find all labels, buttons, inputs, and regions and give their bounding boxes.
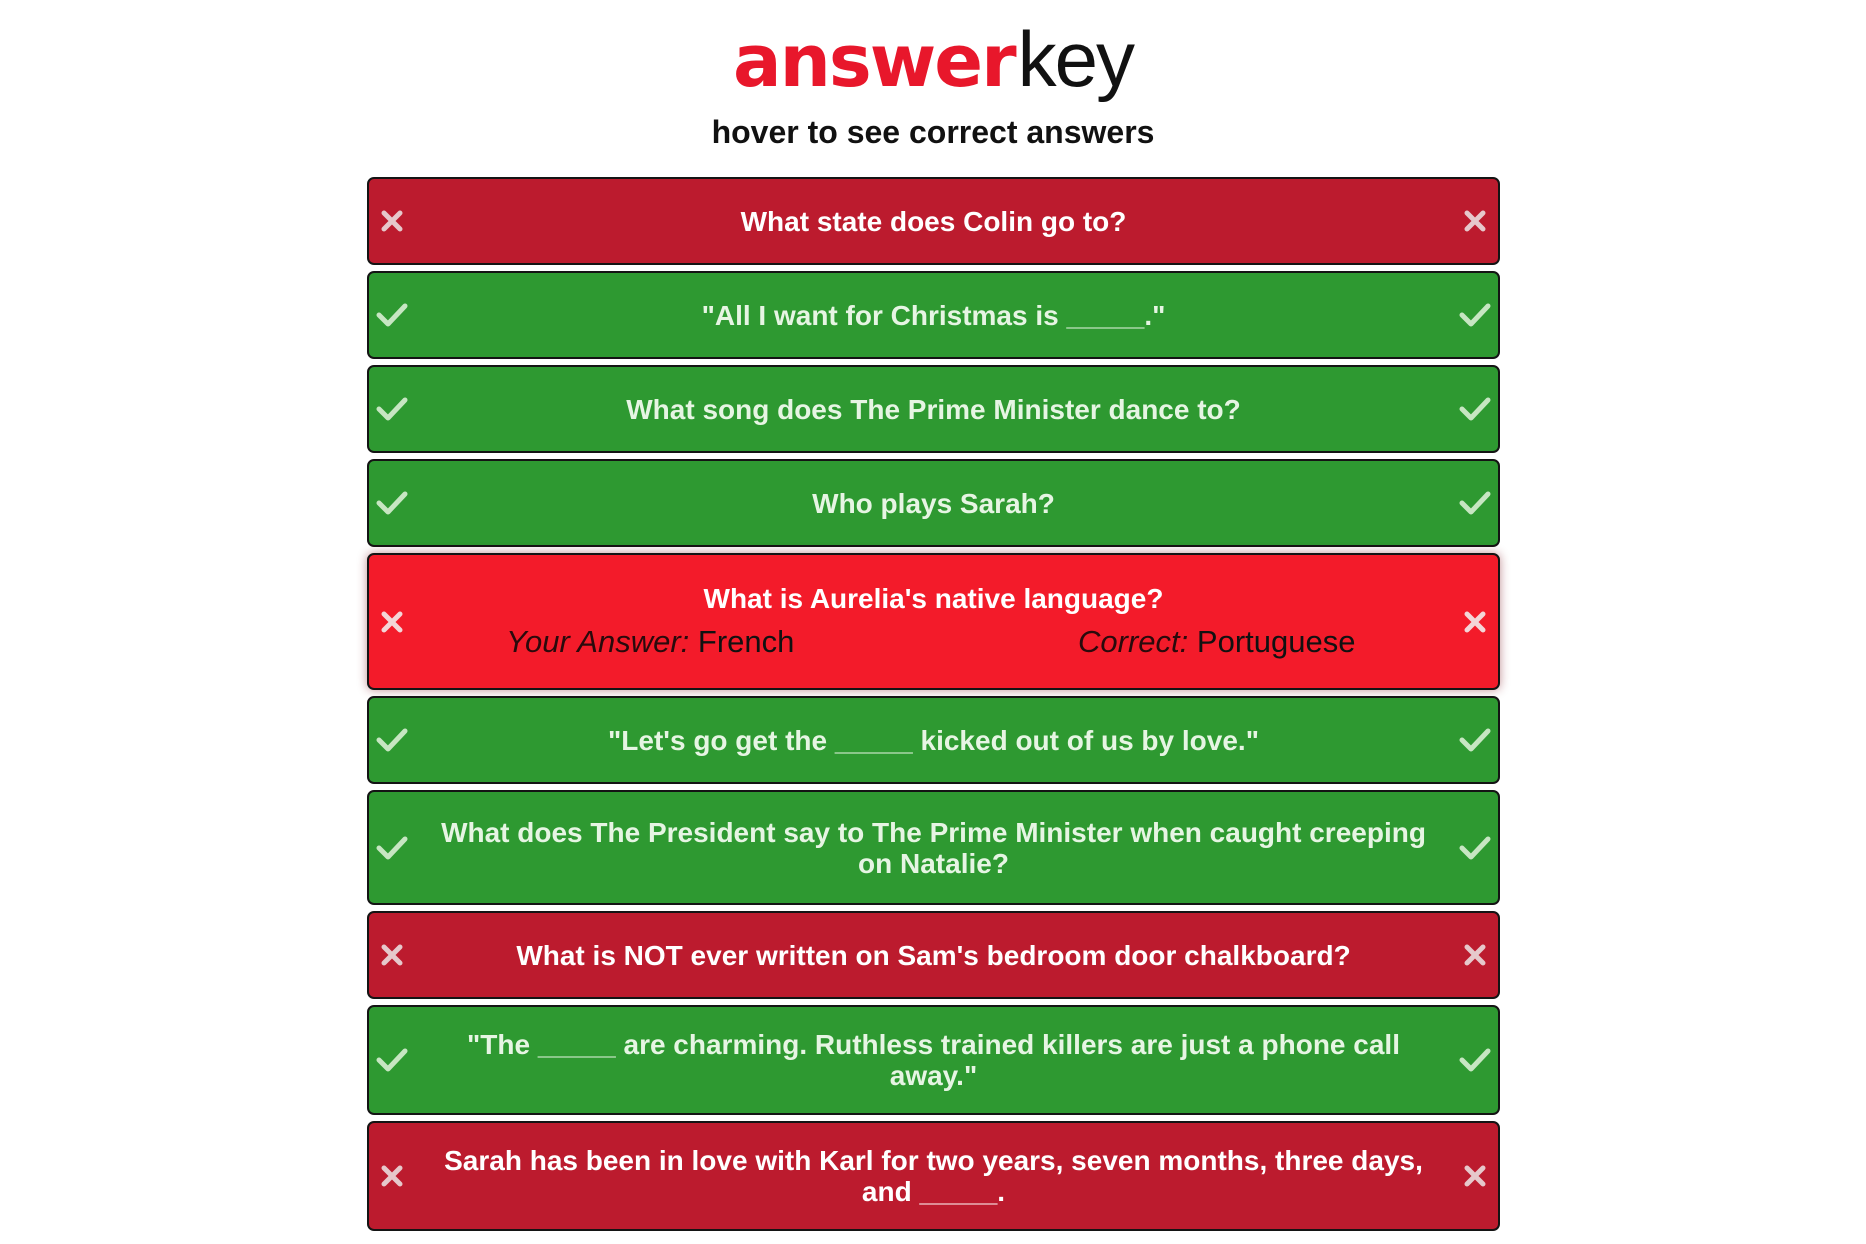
question-text: What is Aurelia's native language? bbox=[703, 583, 1164, 614]
x-icon bbox=[375, 1159, 409, 1193]
question-text: Sarah has been in love with Karl for two… bbox=[444, 1145, 1423, 1207]
x-icon bbox=[375, 605, 409, 639]
question-text: Who plays Sarah? bbox=[812, 487, 1055, 519]
header: answerkey hover to see correct answers bbox=[0, 20, 1866, 151]
x-icon bbox=[1458, 938, 1492, 972]
question-row-wrong[interactable]: What is NOT ever written on Sam's bedroo… bbox=[367, 911, 1500, 999]
correct-answer-label: Correct: bbox=[1078, 624, 1189, 659]
check-icon bbox=[1458, 831, 1492, 865]
logo-key-text: key bbox=[1017, 15, 1135, 103]
your-answer-label: Your Answer: bbox=[506, 624, 690, 659]
your-answer: Your Answer: French bbox=[367, 624, 934, 660]
check-icon bbox=[1458, 392, 1492, 426]
check-icon bbox=[375, 298, 409, 332]
question-row-wrong[interactable]: Sarah has been in love with Karl for two… bbox=[367, 1121, 1500, 1231]
correct-answer-value: Portuguese bbox=[1196, 624, 1356, 659]
x-icon bbox=[375, 938, 409, 972]
question-text: What is NOT ever written on Sam's bedroo… bbox=[516, 939, 1351, 971]
your-answer-value: French bbox=[697, 624, 795, 659]
check-icon bbox=[375, 486, 409, 520]
question-row-correct[interactable]: "All I want for Christmas is _____." bbox=[367, 271, 1500, 359]
x-icon bbox=[1458, 605, 1492, 639]
question-text: "All I want for Christmas is _____." bbox=[701, 299, 1166, 331]
answer-comparison: Your Answer: French Correct: Portuguese bbox=[367, 624, 1500, 660]
check-icon bbox=[375, 392, 409, 426]
question-row-correct[interactable]: "The _____ are charming. Ruthless traine… bbox=[367, 1005, 1500, 1115]
question-row-correct[interactable]: Who plays Sarah? bbox=[367, 459, 1500, 547]
question-row-wrong[interactable]: What state does Colin go to? bbox=[367, 177, 1500, 265]
page-subtitle: hover to see correct answers bbox=[711, 114, 1155, 150]
check-icon bbox=[375, 1043, 409, 1077]
x-icon bbox=[375, 204, 409, 238]
correct-answer: Correct: Portuguese bbox=[934, 624, 1501, 660]
answerkey-logo: answerkey bbox=[733, 19, 1135, 104]
question-text: What song does The Prime Minister dance … bbox=[626, 393, 1241, 425]
question-row-wrong-hovered[interactable]: What is Aurelia's native language? Your … bbox=[367, 553, 1500, 690]
check-icon bbox=[375, 831, 409, 865]
logo-answer-text: answer bbox=[733, 19, 1017, 103]
question-row-correct[interactable]: What song does The Prime Minister dance … bbox=[367, 365, 1500, 453]
x-icon bbox=[1458, 204, 1492, 238]
check-icon bbox=[1458, 486, 1492, 520]
question-row-correct[interactable]: What does The President say to The Prime… bbox=[367, 790, 1500, 905]
x-icon bbox=[1458, 1159, 1492, 1193]
question-row-correct[interactable]: "Let's go get the _____ kicked out of us… bbox=[367, 696, 1500, 784]
check-icon bbox=[1458, 723, 1492, 757]
check-icon bbox=[1458, 298, 1492, 332]
check-icon bbox=[1458, 1043, 1492, 1077]
question-text: What state does Colin go to? bbox=[740, 205, 1127, 237]
check-icon bbox=[375, 723, 409, 757]
answer-list: What state does Colin go to? "All I want… bbox=[367, 177, 1500, 1237]
question-text: What does The President say to The Prime… bbox=[441, 816, 1426, 879]
question-text: "Let's go get the _____ kicked out of us… bbox=[608, 724, 1259, 756]
question-text: "The _____ are charming. Ruthless traine… bbox=[467, 1029, 1400, 1091]
